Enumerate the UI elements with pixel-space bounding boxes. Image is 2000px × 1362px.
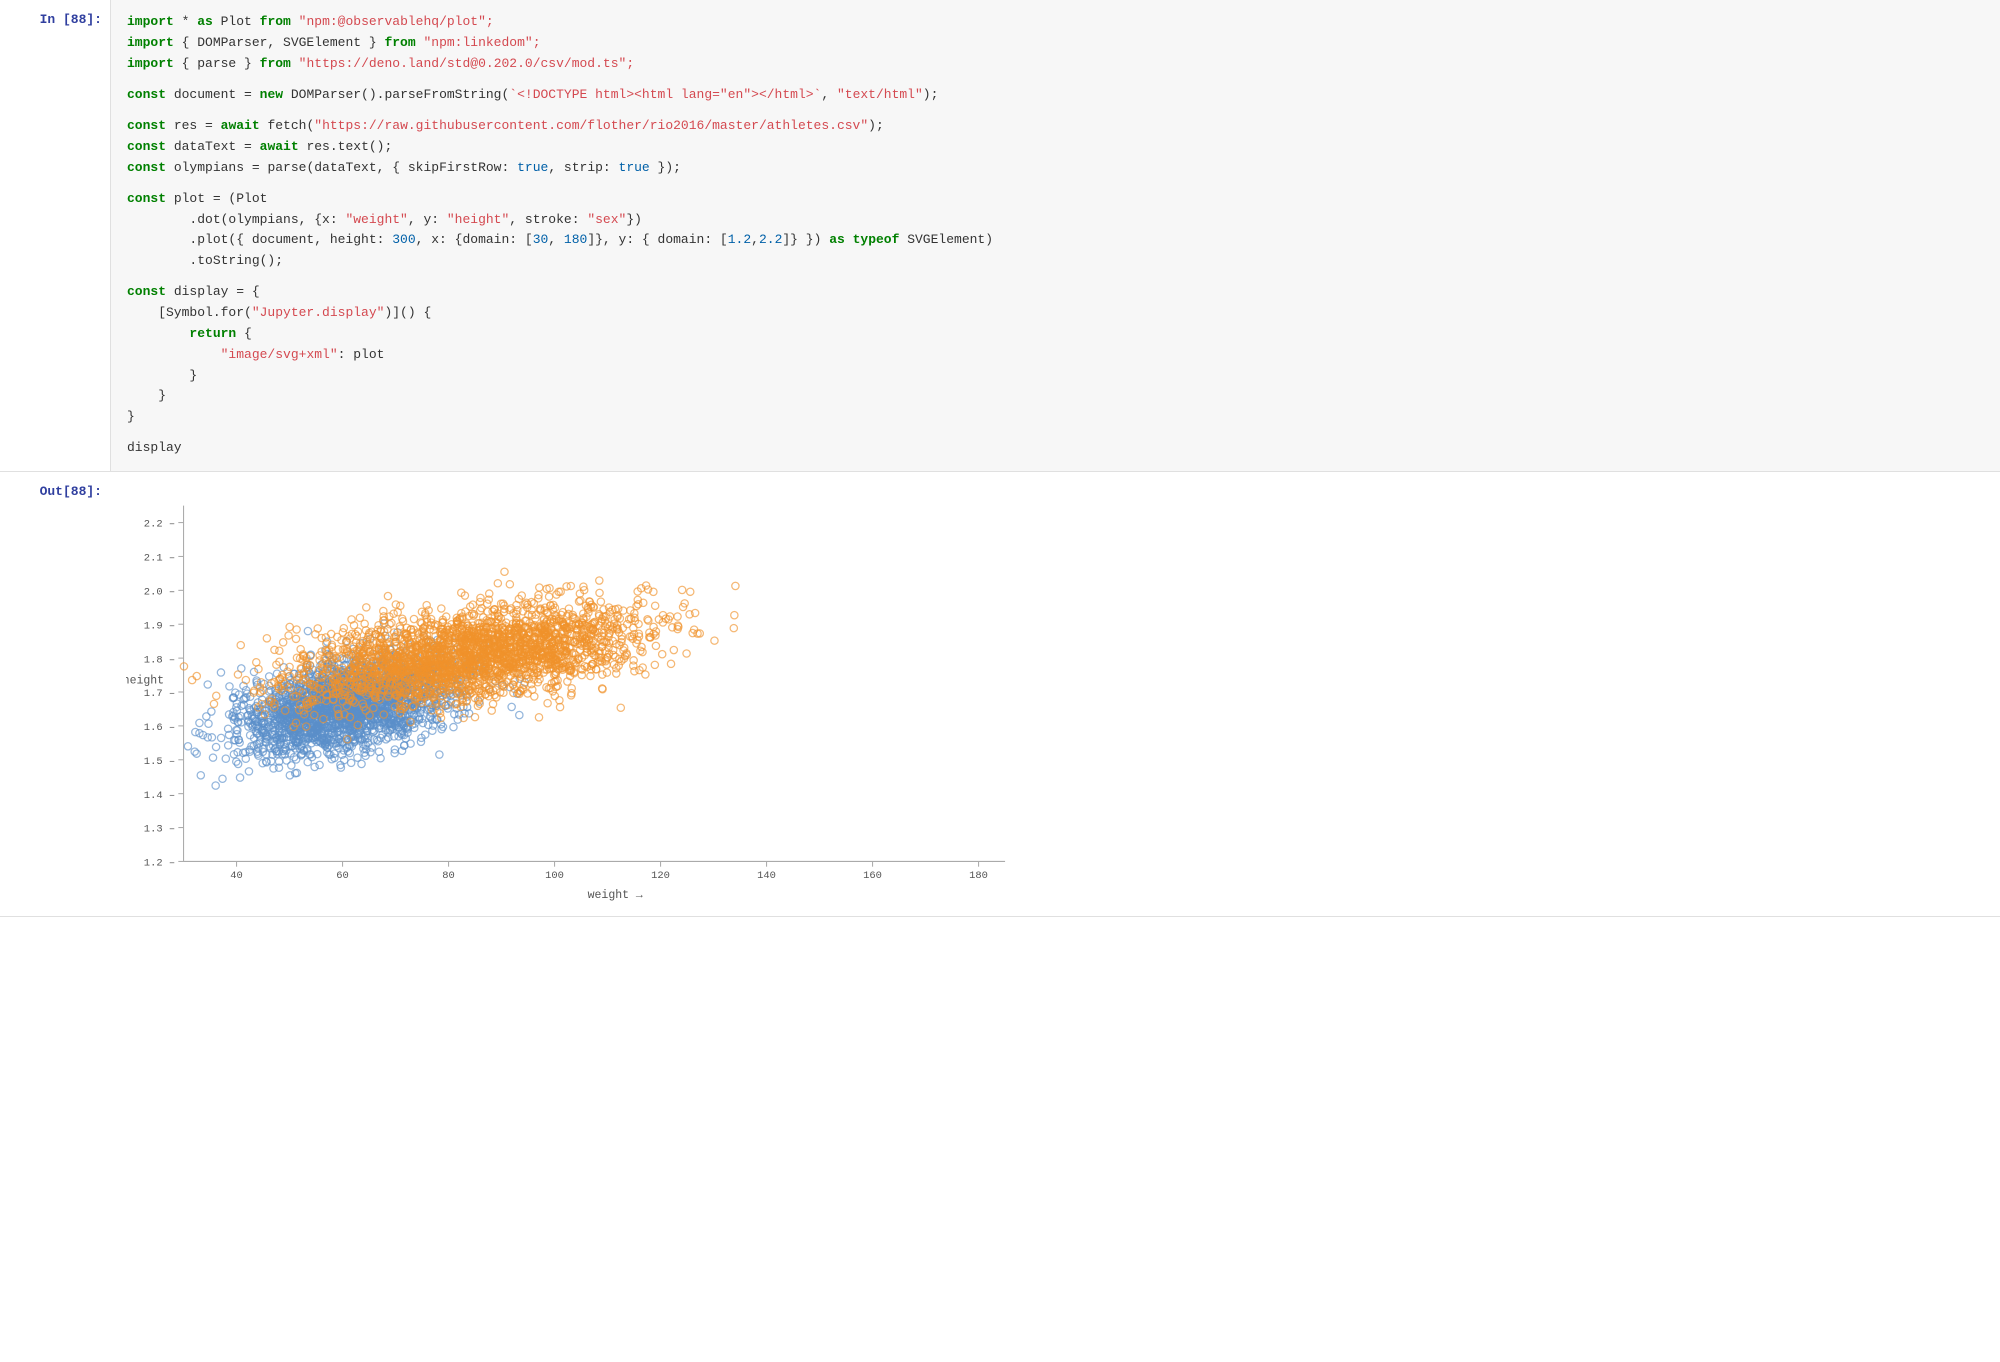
cell-in-label: In [88]:	[0, 0, 110, 471]
code-line: .dot(olympians, {x: "weight", y: "height…	[127, 210, 1984, 231]
svg-text:60: 60	[336, 870, 349, 882]
code-line: const res = await fetch("https://raw.git…	[127, 116, 1984, 137]
output-cell: Out[88]: 40 60 80 100 120 140 160 180 1.2 – 1.3 –…	[0, 472, 2000, 917]
code-line: .plot({ document, height: 300, x: {domai…	[127, 230, 1984, 251]
svg-text:2.1 –: 2.1 –	[144, 553, 175, 565]
svg-text:80: 80	[442, 870, 455, 882]
svg-text:↑ height: ↑ height	[126, 675, 164, 688]
svg-text:2.2 –: 2.2 –	[144, 519, 175, 531]
code-line: const display = {	[127, 282, 1984, 303]
code-line: const plot = (Plot	[127, 189, 1984, 210]
svg-text:140: 140	[757, 870, 776, 882]
code-line: }	[127, 366, 1984, 387]
svg-text:1.4 –: 1.4 –	[144, 790, 175, 802]
svg-text:160: 160	[863, 870, 882, 882]
code-line: import { DOMParser, SVGElement } from "n…	[127, 33, 1984, 54]
svg-text:1.2 –: 1.2 –	[144, 858, 175, 870]
svg-text:120: 120	[651, 870, 670, 882]
code-line	[127, 74, 1984, 84]
svg-text:100: 100	[545, 870, 564, 882]
svg-text:40: 40	[230, 870, 243, 882]
svg-text:180: 180	[969, 870, 988, 882]
scatter-chart: 40 60 80 100 120 140 160 180 1.2 – 1.3 – 1.4 – 1.5 …	[126, 480, 1984, 908]
code-line	[127, 106, 1984, 116]
scatter-svg: 40 60 80 100 120 140 160 180 1.2 – 1.3 – 1.4 – 1.5 …	[126, 484, 1026, 904]
svg-text:1.7 –: 1.7 –	[144, 688, 175, 700]
svg-text:weight →: weight →	[588, 889, 643, 902]
input-cell: In [88]: import * as Plot from "npm:@obs…	[0, 0, 2000, 472]
svg-text:1.3 –: 1.3 –	[144, 824, 175, 836]
svg-text:1.6 –: 1.6 –	[144, 722, 175, 734]
code-line: }	[127, 386, 1984, 407]
code-line: display	[127, 438, 1984, 459]
code-line: import * as Plot from "npm:@observablehq…	[127, 12, 1984, 33]
code-line: [Symbol.for("Jupyter.display")]() {	[127, 303, 1984, 324]
code-line	[127, 428, 1984, 438]
svg-text:1.5 –: 1.5 –	[144, 756, 175, 768]
svg-text:2.0 –: 2.0 –	[144, 587, 175, 599]
code-line: import { parse } from "https://deno.land…	[127, 54, 1984, 75]
code-line: const dataText = await res.text();	[127, 137, 1984, 158]
cell-out-label: Out[88]:	[0, 472, 110, 916]
code-line	[127, 178, 1984, 188]
svg-text:1.9 –: 1.9 –	[144, 621, 175, 633]
output-block: 40 60 80 100 120 140 160 180 1.2 – 1.3 – 1.4 – 1.5 …	[110, 472, 2000, 916]
code-lines: import * as Plot from "npm:@observablehq…	[127, 12, 1984, 459]
code-line: "image/svg+xml": plot	[127, 345, 1984, 366]
svg-text:1.8 –: 1.8 –	[144, 654, 175, 666]
code-line	[127, 272, 1984, 282]
code-line: const olympians = parse(dataText, { skip…	[127, 158, 1984, 179]
code-line: return {	[127, 324, 1984, 345]
code-line: }	[127, 407, 1984, 428]
code-line: const document = new DOMParser().parseFr…	[127, 85, 1984, 106]
code-block[interactable]: import * as Plot from "npm:@observablehq…	[110, 0, 2000, 471]
code-line: .toString();	[127, 251, 1984, 272]
